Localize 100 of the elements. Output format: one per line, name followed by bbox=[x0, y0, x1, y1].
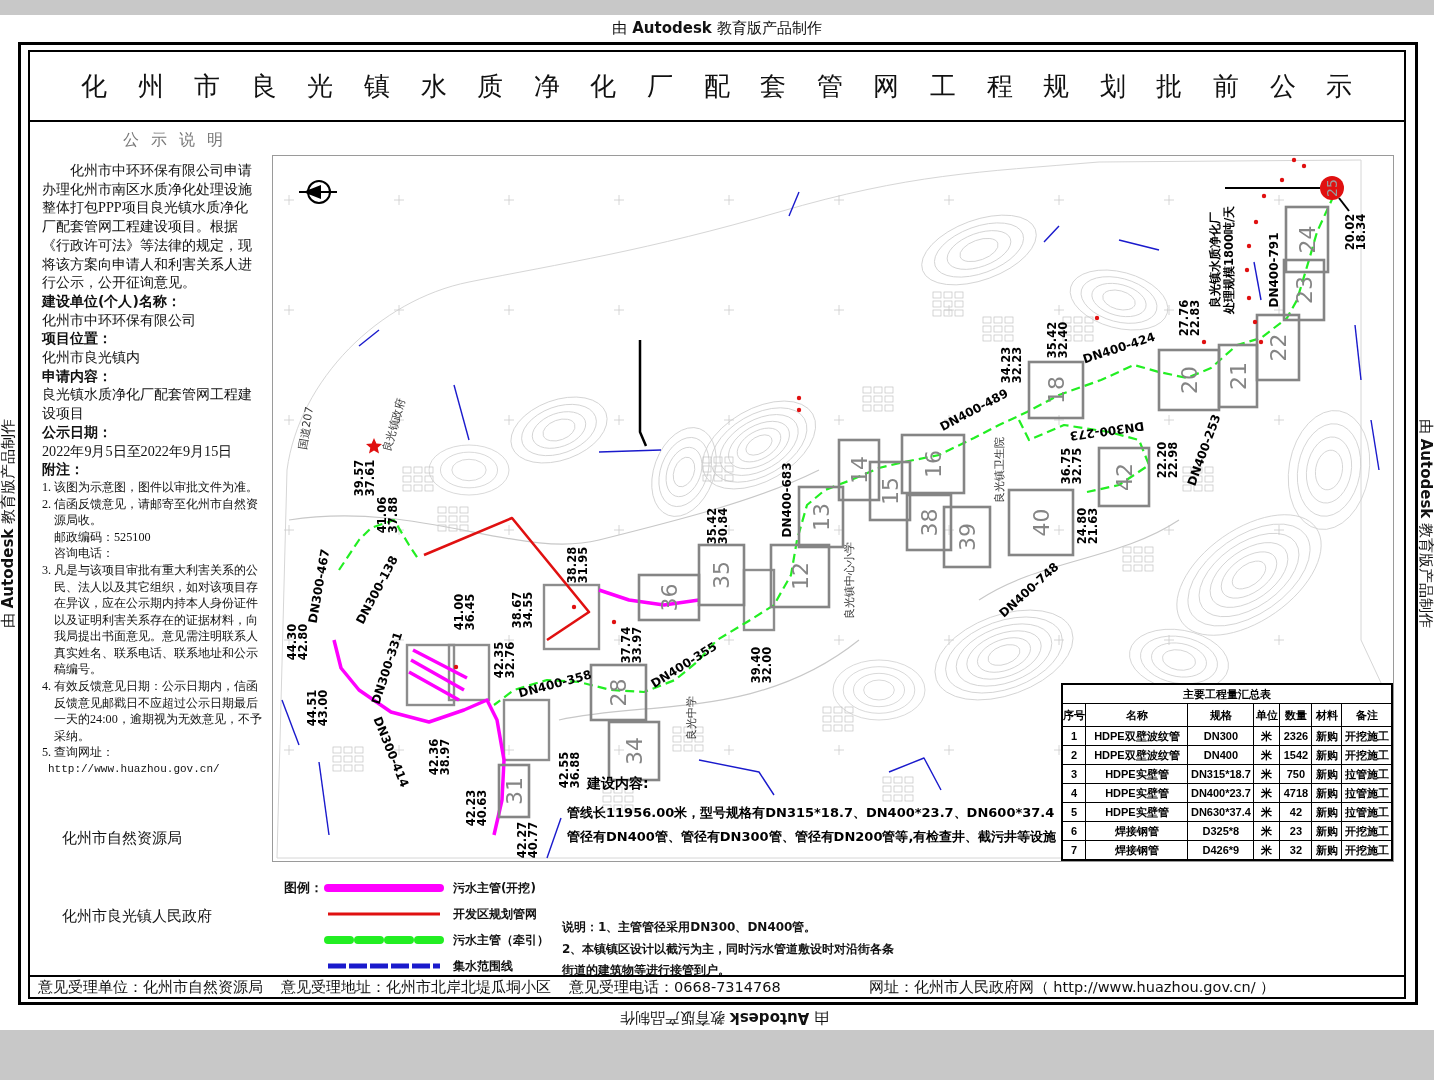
elevation-label: 27.76 22.83 bbox=[1176, 299, 1203, 337]
table-cell: 米 bbox=[1253, 764, 1280, 784]
field-label: 建设单位(个人)名称： bbox=[42, 291, 181, 311]
legend-label: 集水范围线 bbox=[453, 957, 514, 975]
remark-text: 说明：1、主管管径采用DN300、DN400管。 bbox=[562, 919, 818, 936]
survey-point-icon bbox=[1244, 267, 1250, 273]
column-header: 序号 bbox=[1061, 703, 1086, 727]
catchment-line bbox=[281, 699, 300, 746]
elevation-label: 41.00 36.45 bbox=[451, 593, 478, 631]
table-cell: HDPE双壁波纹管 bbox=[1085, 745, 1188, 765]
elevation-label: 42.27 40.77 bbox=[514, 821, 541, 859]
table-cell: 米 bbox=[1253, 726, 1280, 746]
map-sheet: 16 bbox=[900, 433, 966, 495]
map-sheet: 20 bbox=[1157, 348, 1221, 412]
survey-point-icon bbox=[1094, 315, 1100, 321]
survey-point-icon bbox=[1279, 177, 1285, 183]
catchment-line bbox=[453, 384, 470, 441]
map-sheet: 42 bbox=[1097, 446, 1151, 508]
field-value: 化州市良光镇内 bbox=[42, 348, 141, 367]
survey-point-icon bbox=[796, 407, 802, 413]
page-title: 化州市良光镇水质净化厂配套管网工程规划批前公示 bbox=[81, 69, 1383, 103]
table-cell: HDPE实壁管 bbox=[1085, 783, 1188, 803]
catchment-line bbox=[1253, 261, 1262, 301]
elevation-label: 42.35 32.76 bbox=[491, 641, 518, 679]
map-sheet: 36 bbox=[637, 573, 701, 622]
table-cell: 新购 bbox=[1311, 764, 1342, 784]
elevation-label: 42.55 36.88 bbox=[556, 751, 583, 789]
summary-text: 管线长11956.00米，型号规格有DN315*18.7、DN400*23.7、DN600*37.4 bbox=[567, 805, 1055, 820]
survey-point-icon bbox=[611, 619, 617, 625]
elevation-label: 34.23 32.23 bbox=[998, 346, 1025, 384]
table-cell: DN315*18.7 bbox=[1187, 764, 1254, 784]
table-cell: DN400 bbox=[1187, 745, 1254, 765]
table-cell: 米 bbox=[1253, 745, 1280, 765]
map-sheet bbox=[447, 643, 491, 702]
table-cell: 新购 bbox=[1311, 745, 1342, 765]
catchment-line bbox=[1370, 419, 1380, 471]
map-sheet: 22 bbox=[1255, 313, 1301, 382]
place-label: 良光镇中心小学 bbox=[842, 541, 856, 619]
note-text: 凡是与该项目审批有重大利害关系的公民、法人以及其它组织，如对该项目存在异议，应在公示期内持本人身份证件以及证明利害关系存在的证据材料，向我局提出书面意见。意见需注明联系人真实姓名、联系电话、联系地址和公示稿编号。 bbox=[54, 561, 259, 679]
elevation-label: 38.67 34.55 bbox=[509, 591, 536, 629]
table-cell: 4 bbox=[1061, 783, 1086, 803]
pipe-label: DN300-273 bbox=[1068, 418, 1146, 444]
legend-label: 污水主管(开挖) bbox=[453, 879, 537, 897]
stamp-text: 由 Autodesk 教育版产品制作 bbox=[0, 418, 19, 629]
elevation-label: 35.42 30.84 bbox=[704, 507, 731, 545]
column-header: 名称 bbox=[1085, 703, 1188, 727]
intro-paragraph: 化州市中环环保有限公司申请办理化州市南区水质净化处理设施整体打包PPP项目良光镇水质净化厂配套管网工程建设项目。根据《行政许可法》等法律的规定，现将该方案向申请人和利害关系人进行公示，公开征询意见。 bbox=[42, 161, 254, 292]
note-number: 1. bbox=[42, 478, 53, 496]
elevation-label: 35.42 32.40 bbox=[1044, 321, 1071, 359]
table-cell: 1 bbox=[1061, 726, 1086, 746]
leader-line bbox=[1338, 197, 1350, 212]
signature-text: 化州市自然资源局 bbox=[62, 827, 182, 848]
note-text: 查询网址： bbox=[54, 744, 115, 762]
map-sheet: 39 bbox=[942, 505, 992, 569]
notes-label: 附注： bbox=[42, 460, 84, 479]
survey-point-icon bbox=[1253, 219, 1259, 225]
table-cell: 2326 bbox=[1279, 726, 1312, 746]
place-label: 良光镇政府 bbox=[380, 396, 408, 454]
place-label: 良光中学 bbox=[684, 696, 698, 740]
column-header: 单位 bbox=[1253, 703, 1280, 727]
map-sheet: 38 bbox=[905, 493, 953, 552]
elevation-label: 42.23 40.63 bbox=[463, 789, 490, 827]
elevation-label: 41.06 37.88 bbox=[374, 496, 401, 534]
table-cell: 米 bbox=[1253, 802, 1280, 822]
elevation-label: 39.40 32.00 bbox=[748, 646, 775, 684]
plant-label: 良光镇水质净化厂 处理规模1800吨/天 bbox=[1207, 205, 1236, 315]
table-cell: 3 bbox=[1061, 764, 1086, 784]
note-text: 该图为示意图，图件以审批文件为准。 bbox=[54, 478, 259, 496]
survey-point-icon bbox=[1291, 157, 1297, 163]
map-sheet: 21 bbox=[1217, 343, 1259, 409]
legend-title: 图例： bbox=[284, 879, 323, 897]
field-value: 2022年9月5日至2022年9月15日 bbox=[42, 441, 234, 461]
map-sheet bbox=[502, 698, 551, 762]
footer-text: 意见受理单位：化州市自然资源局 bbox=[38, 977, 263, 997]
note-text: 信函反馈意见，请邮寄至化州市自然资源局收。 bbox=[54, 495, 259, 529]
table-cell: DN630*37.4 bbox=[1187, 802, 1254, 822]
note-number: 5. bbox=[42, 744, 53, 762]
survey-point-icon bbox=[1258, 339, 1264, 345]
map-sheet bbox=[742, 568, 776, 632]
table-cell: HDPE双壁波纹管 bbox=[1085, 726, 1188, 746]
catchment-line bbox=[1354, 324, 1362, 381]
table-cell: 2 bbox=[1061, 745, 1086, 765]
table-cell: 新购 bbox=[1311, 802, 1342, 822]
legend-label: 开发区规划管网 bbox=[453, 905, 538, 923]
field-label: 公示日期： bbox=[42, 422, 112, 442]
star-icon bbox=[366, 438, 382, 454]
note-number: 4. bbox=[42, 678, 53, 696]
elevation-label: 24.80 21.63 bbox=[1074, 507, 1101, 545]
map-sheet bbox=[405, 643, 456, 707]
notice-heading: 公示说明 bbox=[123, 130, 235, 150]
map-sheet: 13 bbox=[797, 485, 845, 549]
map-sheet: 15 bbox=[868, 460, 912, 522]
summary-text: 管径有DN400管、管径有DN300管、管径有DN200管等,有检查井、截污井等设施 bbox=[567, 829, 1057, 844]
catchment-line bbox=[1118, 239, 1160, 251]
table-cell: 新购 bbox=[1311, 783, 1342, 803]
table-cell: 4718 bbox=[1279, 783, 1312, 803]
survey-point-icon bbox=[796, 395, 802, 401]
note-detail: 邮政编码：525100 bbox=[54, 528, 152, 546]
catchment-line bbox=[788, 191, 800, 217]
place-label: 国道207 bbox=[295, 405, 317, 451]
